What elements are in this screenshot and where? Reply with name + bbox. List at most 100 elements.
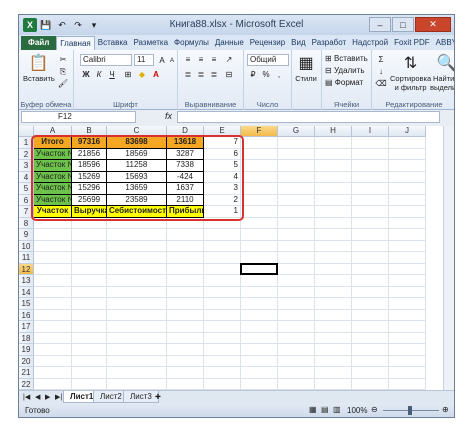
- grid-cell[interactable]: [389, 171, 426, 183]
- row-header-20[interactable]: 20: [19, 355, 34, 367]
- grid-cell[interactable]: [352, 275, 389, 287]
- grid-cell[interactable]: [72, 286, 107, 298]
- grid-cell[interactable]: [72, 344, 107, 356]
- grid-cell[interactable]: [389, 332, 426, 344]
- grid-cell[interactable]: [278, 137, 315, 149]
- grid-cell[interactable]: [34, 332, 72, 344]
- column-header-f[interactable]: F: [241, 126, 278, 137]
- thousands-icon[interactable]: ,: [273, 69, 285, 80]
- tab-review[interactable]: Рецензир: [247, 36, 288, 50]
- maximize-button[interactable]: □: [392, 17, 414, 32]
- grid-cell[interactable]: [389, 263, 426, 275]
- grid-cell[interactable]: [278, 160, 315, 172]
- grid-cell[interactable]: [204, 229, 241, 241]
- grid-cell[interactable]: [278, 252, 315, 264]
- grid-cell[interactable]: [204, 263, 241, 275]
- column-header-h[interactable]: H: [315, 126, 352, 137]
- grid-cell[interactable]: [278, 309, 315, 321]
- zoom-level[interactable]: 100%: [347, 406, 367, 415]
- grid-cell[interactable]: [34, 298, 72, 310]
- grid-cell[interactable]: [352, 148, 389, 160]
- grid-cell[interactable]: [278, 263, 315, 275]
- row-header-10[interactable]: 10: [19, 240, 34, 252]
- grid-cell[interactable]: [389, 344, 426, 356]
- undo-icon[interactable]: ↶: [55, 18, 69, 32]
- grid-cell[interactable]: [241, 378, 278, 390]
- grid-cell[interactable]: [107, 355, 167, 367]
- grid-cell[interactable]: [315, 252, 352, 264]
- grid-cell[interactable]: [389, 252, 426, 264]
- grid-cell[interactable]: [315, 217, 352, 229]
- grid-cell[interactable]: [315, 206, 352, 218]
- grid-cell[interactable]: [107, 321, 167, 333]
- grid-cell[interactable]: [241, 194, 278, 206]
- grid-cell[interactable]: [34, 275, 72, 287]
- tab-home[interactable]: Главная: [56, 36, 95, 50]
- grid-cell[interactable]: [389, 240, 426, 252]
- column-header-j[interactable]: J: [389, 126, 426, 137]
- tab-file[interactable]: Файл: [21, 36, 57, 50]
- next-sheet-icon[interactable]: ▶: [45, 393, 50, 401]
- grid-cell[interactable]: [389, 183, 426, 195]
- grid-cell[interactable]: [241, 217, 278, 229]
- grid-cell[interactable]: [107, 378, 167, 390]
- grid-cell[interactable]: [241, 321, 278, 333]
- page-break-view-icon[interactable]: ▥: [333, 405, 341, 414]
- grid-cell[interactable]: [167, 321, 204, 333]
- grid-cell[interactable]: [352, 217, 389, 229]
- bold-button[interactable]: Ж: [80, 69, 92, 80]
- grid-cell[interactable]: [107, 309, 167, 321]
- grid-cell[interactable]: [315, 321, 352, 333]
- tab-page-layout[interactable]: Разметка: [130, 36, 171, 50]
- grid-cell[interactable]: [34, 355, 72, 367]
- grid-cell[interactable]: [352, 137, 389, 149]
- orientation-icon[interactable]: ↗: [223, 54, 235, 65]
- row-header-21[interactable]: 21: [19, 367, 34, 379]
- row-header-22[interactable]: 22: [19, 378, 34, 390]
- grid-cell[interactable]: [167, 298, 204, 310]
- grid-cell[interactable]: [34, 286, 72, 298]
- vertical-scrollbar[interactable]: [443, 126, 454, 390]
- grid-cell[interactable]: [315, 137, 352, 149]
- grid-cell[interactable]: [278, 240, 315, 252]
- grid-cell[interactable]: [72, 263, 107, 275]
- grid-cell[interactable]: [389, 286, 426, 298]
- grid-cell[interactable]: [278, 194, 315, 206]
- grid-cell[interactable]: [204, 298, 241, 310]
- grid-cell[interactable]: [315, 344, 352, 356]
- grid-cell[interactable]: [352, 160, 389, 172]
- grid-cell[interactable]: [34, 240, 72, 252]
- grid-cell[interactable]: [72, 378, 107, 390]
- grid-cell[interactable]: [352, 263, 389, 275]
- grid-cell[interactable]: [278, 367, 315, 379]
- grid-cell[interactable]: [107, 298, 167, 310]
- sort-filter-button[interactable]: ⇅ Сортировка и фильтр: [390, 52, 431, 92]
- grid-cell[interactable]: [278, 229, 315, 241]
- grid-cell[interactable]: [241, 171, 278, 183]
- grid-cell[interactable]: [34, 367, 72, 379]
- zoom-slider-thumb[interactable]: [408, 406, 412, 415]
- tab-foxit-pdf[interactable]: Foxit PDF: [391, 36, 433, 50]
- grid-cell[interactable]: [389, 206, 426, 218]
- row-header-17[interactable]: 17: [19, 321, 34, 333]
- delete-cells-button[interactable]: ⊟ Удалить: [325, 66, 364, 75]
- row-header-11[interactable]: 11: [19, 252, 34, 264]
- grid-cell[interactable]: [278, 206, 315, 218]
- grid-cell[interactable]: [204, 252, 241, 264]
- grid-cell[interactable]: [34, 229, 72, 241]
- grid-cell[interactable]: [107, 229, 167, 241]
- grid-cell[interactable]: [315, 148, 352, 160]
- grid-cell[interactable]: [278, 286, 315, 298]
- grid-cell[interactable]: [389, 148, 426, 160]
- grid-cell[interactable]: [72, 298, 107, 310]
- grid-cell[interactable]: [241, 229, 278, 241]
- grid-cell[interactable]: [204, 309, 241, 321]
- tab-addins[interactable]: Надстрой: [349, 36, 391, 50]
- grid-cell[interactable]: [352, 332, 389, 344]
- close-button[interactable]: ✕: [415, 17, 451, 32]
- grid-cell[interactable]: [34, 263, 72, 275]
- font-color-icon[interactable]: A: [150, 69, 162, 80]
- grid-cell[interactable]: [72, 275, 107, 287]
- number-format-select[interactable]: Общий: [247, 54, 289, 66]
- grid-cell[interactable]: [315, 378, 352, 390]
